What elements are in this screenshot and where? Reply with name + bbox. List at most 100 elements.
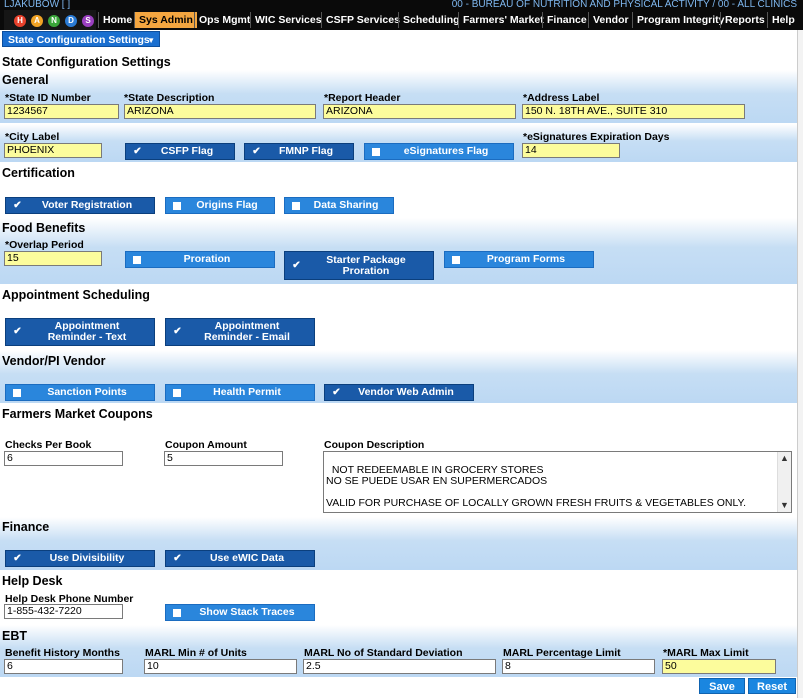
checkmark-icon: ✔ (13, 326, 22, 337)
page-selector-dropdown[interactable]: State Configuration Settings ▼ (2, 31, 160, 47)
benefit-history-months-input[interactable]: 6 (4, 659, 123, 674)
help-desk-phone-input[interactable]: 1-855-432-7220 (4, 604, 123, 619)
textarea-scrollbar[interactable]: ▲ ▼ (777, 452, 791, 512)
vendor-heading: Vendor/PI Vendor (2, 354, 106, 368)
menu-help[interactable]: Help (767, 12, 799, 28)
page-title: State Configuration Settings (2, 55, 171, 69)
checkbox-icon (292, 201, 300, 210)
checkbox-icon (13, 388, 21, 397)
scroll-down-icon[interactable]: ▼ (780, 500, 789, 511)
state-id-input[interactable]: 1234567 (4, 104, 119, 119)
checkmark-icon: ✔ (332, 386, 341, 398)
checkmark-icon: ✔ (252, 145, 261, 157)
finance-heading: Finance (2, 520, 50, 534)
food-benefits-heading: Food Benefits (2, 221, 86, 235)
clinic-name: 00 - BUREAU OF NUTRITION AND PHYSICAL AC… (451, 0, 797, 10)
menu-vendor[interactable]: Vendor (588, 12, 633, 28)
checkbox-icon (173, 201, 181, 210)
menu-csfp-services[interactable]: CSFP Services (321, 12, 404, 28)
esignatures-flag-toggle[interactable]: eSignatures Flag (364, 143, 514, 160)
voter-registration-toggle[interactable]: ✔ Voter Registration (5, 197, 155, 214)
marl-min-units-label: MARL Min # of Units (145, 647, 247, 659)
farmers-heading: Farmers Market Coupons (2, 407, 153, 421)
coupon-description-textarea[interactable]: NOT REDEEMABLE IN GROCERY STORES NO SE P… (323, 451, 792, 513)
user-name: LJAKUBOW [ ] (4, 0, 71, 10)
state-desc-label: *State Description (124, 92, 215, 104)
menu-scheduling[interactable]: Scheduling (398, 12, 464, 28)
csfp-flag-toggle[interactable]: ✔ CSFP Flag (125, 143, 235, 160)
overlap-period-label: *Overlap Period (5, 239, 84, 251)
checkbox-icon (452, 255, 460, 264)
state-id-label: *State ID Number (5, 92, 91, 104)
origins-flag-toggle[interactable]: Origins Flag (165, 197, 275, 214)
reset-button[interactable]: Reset (748, 678, 796, 694)
marl-std-deviation-label: MARL No of Standard Deviation (304, 647, 463, 659)
address-label-label: *Address Label (523, 92, 600, 104)
menu-home[interactable]: Home (98, 12, 136, 28)
checkmark-icon: ✔ (292, 259, 301, 271)
marl-max-limit-input[interactable]: 50 (662, 659, 776, 674)
checks-per-book-label: Checks Per Book (5, 439, 92, 451)
menu-program-integrity[interactable]: Program Integrity (632, 12, 729, 28)
app-window: { "header": { "user": "LJAKUBOW [ ]", "c… (0, 0, 803, 698)
save-button[interactable]: Save (699, 678, 745, 694)
ebt-heading: EBT (2, 629, 27, 643)
coupon-description-label: Coupon Description (324, 439, 425, 451)
proration-toggle[interactable]: Proration (125, 251, 275, 268)
checkmark-icon: ✔ (173, 326, 182, 337)
checkbox-icon (133, 255, 141, 264)
esig-days-input[interactable]: 14 (522, 143, 620, 158)
esig-days-label: *eSignatures Expiration Days (523, 131, 670, 143)
data-sharing-toggle[interactable]: Data Sharing (284, 197, 394, 214)
menu-farmers-market[interactable]: Farmers' Market (458, 12, 548, 28)
marl-std-deviation-input[interactable]: 2.5 (303, 659, 496, 674)
benefit-history-months-label: Benefit History Months (5, 647, 120, 659)
report-header-input[interactable]: ARIZONA (323, 104, 516, 119)
fmnp-flag-toggle[interactable]: ✔ FMNP Flag (244, 143, 354, 160)
general-heading: General (2, 73, 49, 87)
certification-heading: Certification (2, 166, 75, 180)
menu-reports[interactable]: Reports (720, 12, 769, 28)
use-ewic-data-toggle[interactable]: ✔ Use eWIC Data (165, 550, 315, 567)
help-desk-heading: Help Desk (2, 574, 63, 588)
overlap-period-input[interactable]: 15 (4, 251, 102, 266)
checkbox-icon (173, 388, 181, 397)
address-label-input[interactable]: 150 N. 18TH AVE., SUITE 310 (522, 104, 745, 119)
page-scrollbar[interactable] (797, 30, 803, 698)
appointment-heading: Appointment Scheduling (2, 288, 150, 302)
checkmark-icon: ✔ (133, 145, 142, 157)
coupon-amount-label: Coupon Amount (165, 439, 247, 451)
main-menu: H A N D S Home Sys Admin Ops Mgmt WIC Se… (0, 10, 803, 30)
menu-wic-services[interactable]: WIC Services (250, 12, 326, 28)
appointment-reminder-text-toggle[interactable]: ✔ Appointment Reminder - Text (5, 318, 155, 346)
checkbox-icon (173, 608, 181, 617)
checkmark-icon: ✔ (173, 552, 182, 564)
status-bar: LJAKUBOW [ ] 00 - BUREAU OF NUTRITION AN… (0, 0, 803, 10)
marl-percentage-limit-label: MARL Percentage Limit (503, 647, 621, 659)
appointment-reminder-email-toggle[interactable]: ✔ Appointment Reminder - Email (165, 318, 315, 346)
program-forms-toggle[interactable]: Program Forms (444, 251, 594, 268)
checkbox-icon (372, 147, 380, 156)
sanction-points-toggle[interactable]: Sanction Points (5, 384, 155, 401)
use-divisibility-toggle[interactable]: ✔ Use Divisibility (5, 550, 155, 567)
chevron-down-icon: ▼ (147, 36, 155, 45)
menu-finance[interactable]: Finance (542, 12, 591, 28)
marl-max-limit-label: *MARL Max Limit (663, 647, 749, 659)
checkmark-icon: ✔ (13, 199, 22, 211)
city-label-input[interactable]: PHOENIX (4, 143, 102, 158)
show-stack-traces-toggle[interactable]: Show Stack Traces (165, 604, 315, 621)
hands-logo: H A N D S (4, 10, 96, 30)
coupon-amount-input[interactable]: 5 (164, 451, 283, 466)
marl-min-units-input[interactable]: 10 (144, 659, 297, 674)
state-desc-input[interactable]: ARIZONA (124, 104, 316, 119)
vendor-web-admin-toggle[interactable]: ✔ Vendor Web Admin (324, 384, 474, 401)
starter-package-proration-toggle[interactable]: ✔ Starter Package Proration (284, 251, 434, 280)
menu-sys-admin[interactable]: Sys Admin (134, 12, 197, 28)
marl-percentage-limit-input[interactable]: 8 (502, 659, 655, 674)
report-header-label: *Report Header (324, 92, 401, 104)
menu-ops-mgmt[interactable]: Ops Mgmt (194, 12, 254, 28)
city-label-label: *City Label (5, 131, 60, 143)
health-permit-toggle[interactable]: Health Permit (165, 384, 315, 401)
checks-per-book-input[interactable]: 6 (4, 451, 123, 466)
scroll-up-icon[interactable]: ▲ (780, 453, 789, 464)
